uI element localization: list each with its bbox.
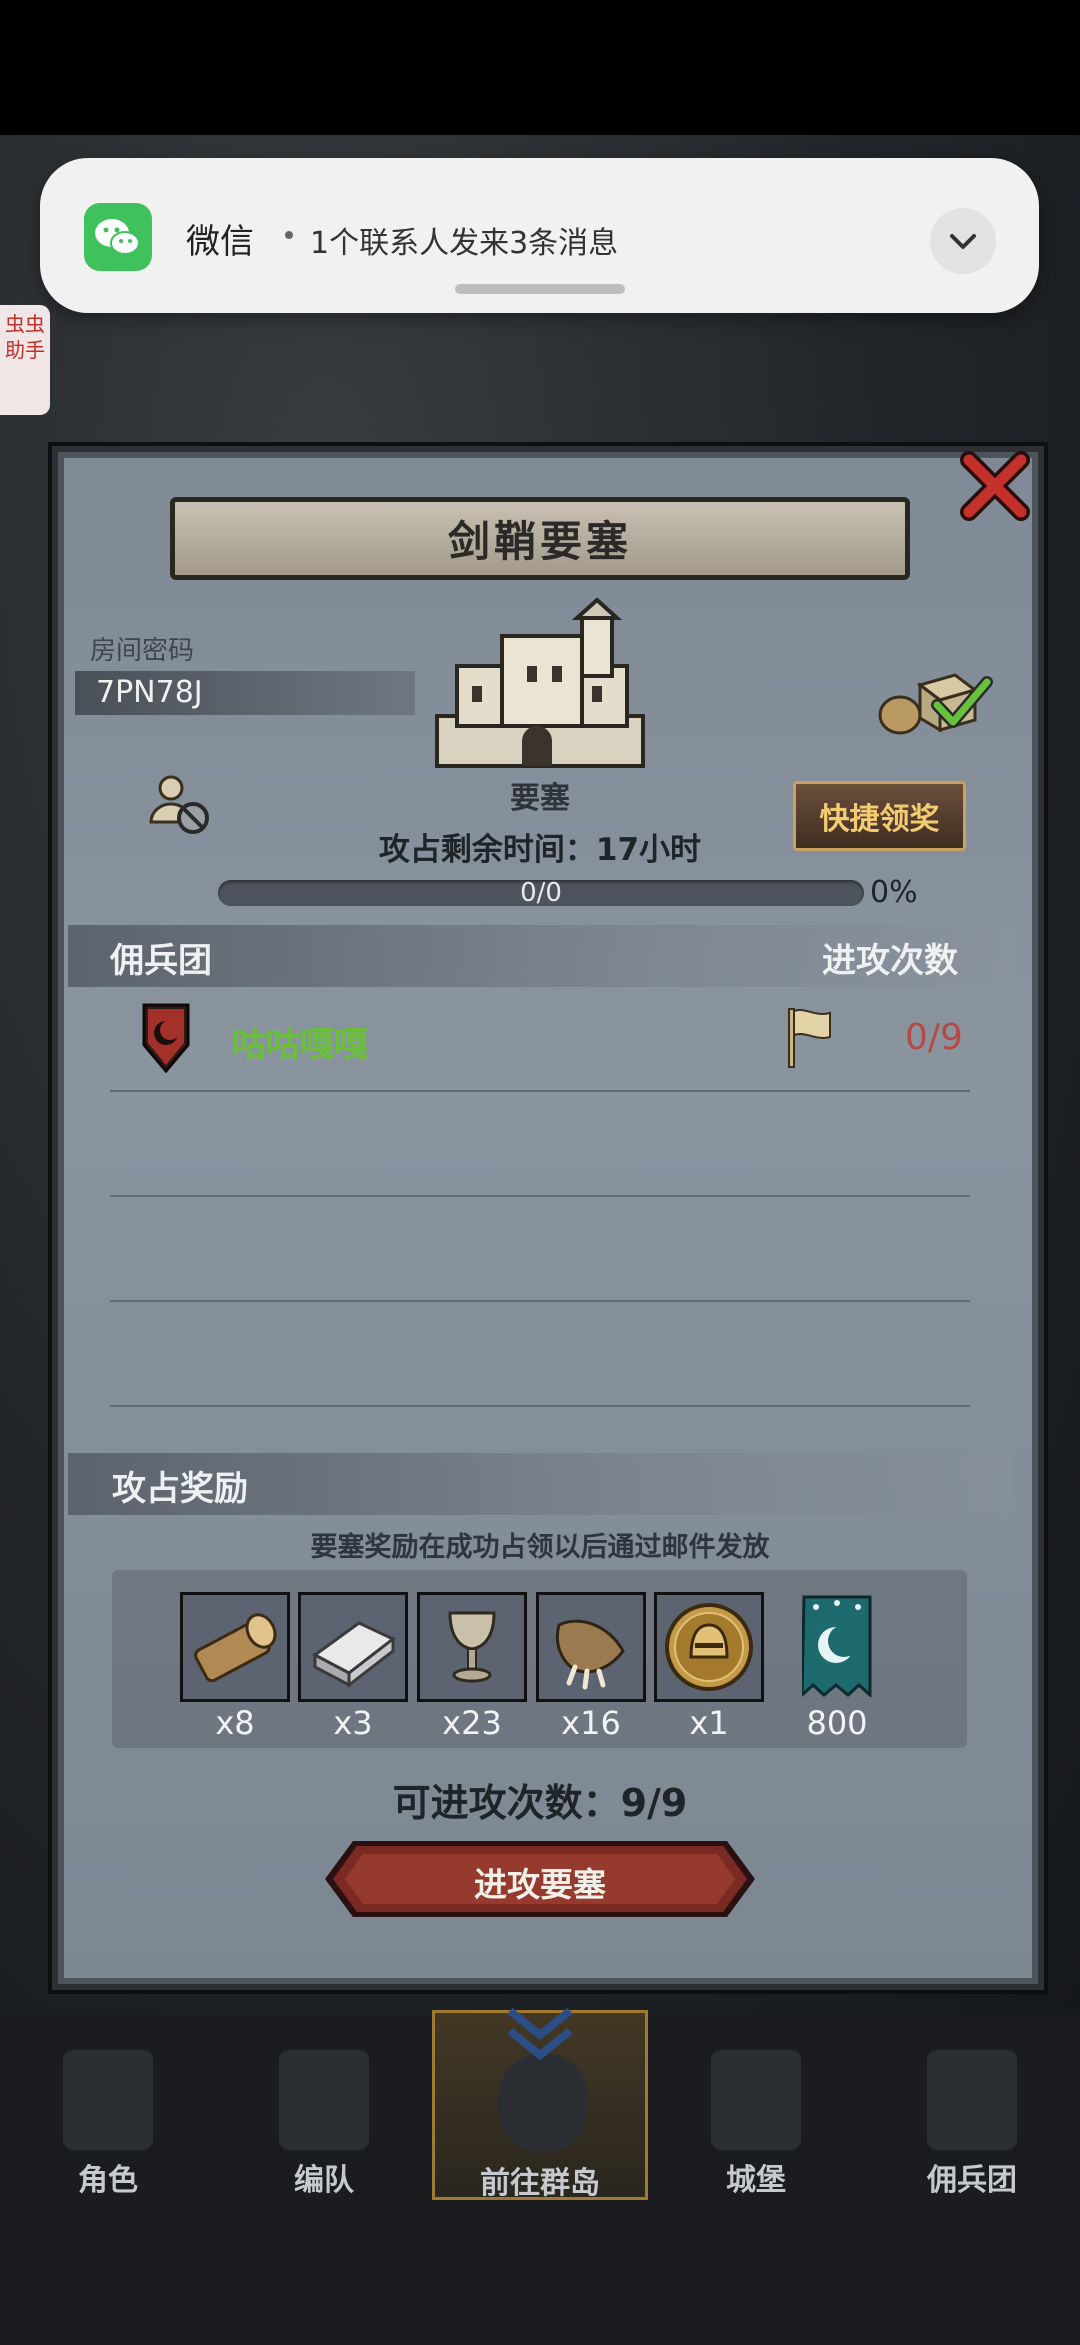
row-divider — [110, 1195, 970, 1197]
notification-handle[interactable] — [455, 284, 625, 294]
separator-dot — [285, 231, 293, 239]
nav-label: 城堡 — [726, 2163, 786, 2198]
available-attack-count: 可进攻次数：9/9 — [392, 1781, 688, 1825]
attacks-header-label: 进攻次数 — [822, 941, 958, 981]
wechat-icon — [84, 203, 152, 271]
guild-shield-icon — [142, 1003, 190, 1074]
expand-notification-button[interactable] — [930, 208, 996, 274]
dialog-title: 剑鞘要塞 — [447, 517, 632, 566]
fortress-castle-icon — [417, 596, 663, 771]
rewards-note: 要塞奖励在成功占领以后通过邮件发放 — [310, 1532, 770, 1563]
guild-header-label: 佣兵团 — [110, 941, 212, 981]
reward-helmet-coin[interactable] — [654, 1592, 764, 1702]
helper-floating-tab[interactable]: 虫虫助手 — [0, 305, 50, 415]
flag-icon — [785, 1005, 835, 1069]
helmet-coin-icon — [665, 1603, 753, 1691]
guild-row[interactable] — [68, 995, 1012, 1080]
nav-label: 角色 — [78, 2163, 138, 2198]
reward-qty: 800 — [806, 1704, 868, 1742]
room-code[interactable]: 7PN78J — [96, 675, 203, 710]
guild-attack-count: 0/9 — [905, 1017, 963, 1058]
wechat-notification[interactable]: 微信 1个联系人发来3条消息 — [40, 158, 1039, 313]
reward-qty: x3 — [333, 1704, 373, 1742]
capture-progress-bar: 0/0 — [218, 878, 864, 908]
goblet-icon — [448, 1611, 496, 1683]
capture-time-remaining: 攻占剩余时间：17小时 — [378, 832, 702, 868]
reward-qty: x8 — [215, 1704, 255, 1742]
progress-percent: 0% — [870, 875, 918, 910]
rewards-header-label: 攻占奖励 — [112, 1469, 248, 1509]
close-button[interactable] — [955, 446, 1035, 526]
nav-label: 编队 — [294, 2163, 354, 2198]
nav-character[interactable]: 角色 — [0, 2010, 216, 2200]
claw-icon — [556, 1619, 625, 1690]
notification-message: 1个联系人发来3条消息 — [310, 226, 619, 261]
helmet-icon — [279, 2050, 369, 2150]
close-icon — [960, 451, 1030, 521]
tower-icon — [927, 2050, 1017, 2150]
reward-qty: x1 — [689, 1704, 729, 1742]
reward-qty: x23 — [442, 1704, 502, 1742]
nav-castle[interactable]: 城堡 — [648, 2010, 864, 2200]
guild-name[interactable]: 咕咕嘎嘎 — [232, 1017, 368, 1066]
dialog-title-plate: 剑鞘要塞 — [170, 497, 910, 580]
knight-icon — [63, 2050, 153, 2150]
status-bar-area — [0, 0, 1080, 135]
nav-label: 佣兵团 — [927, 2163, 1017, 2198]
log-icon — [194, 1613, 277, 1683]
attack-fortress-button[interactable]: 进攻要塞 — [325, 1838, 755, 1920]
reward-log[interactable] — [180, 1592, 290, 1702]
castle-icon — [711, 2050, 801, 2150]
progress-text: 0/0 — [520, 878, 562, 908]
row-divider — [110, 1405, 970, 1407]
rewards-claimed-icon[interactable] — [875, 660, 995, 740]
nav-label: 前往群岛 — [480, 2166, 600, 2201]
nav-mercenary[interactable]: 佣兵团 — [864, 2010, 1080, 2200]
reward-iron[interactable] — [298, 1592, 408, 1702]
reward-qty: x16 — [561, 1704, 621, 1742]
row-divider — [110, 1300, 970, 1302]
attack-button-label: 进攻要塞 — [474, 1865, 606, 1904]
row-divider — [110, 1090, 970, 1092]
chevron-down-icon — [950, 234, 976, 249]
notification-app-name: 微信 — [186, 222, 254, 262]
room-password-label: 房间密码 — [90, 636, 195, 666]
reward-goblet[interactable] — [417, 1592, 527, 1702]
reward-claw[interactable] — [536, 1592, 646, 1702]
globe-icon — [498, 2053, 588, 2153]
double-chevron-down-icon — [500, 2005, 580, 2065]
nav-formation[interactable]: 编队 — [216, 2010, 432, 2200]
iron-ingot-icon — [312, 1621, 396, 1689]
banner-icon[interactable] — [800, 1595, 872, 1699]
